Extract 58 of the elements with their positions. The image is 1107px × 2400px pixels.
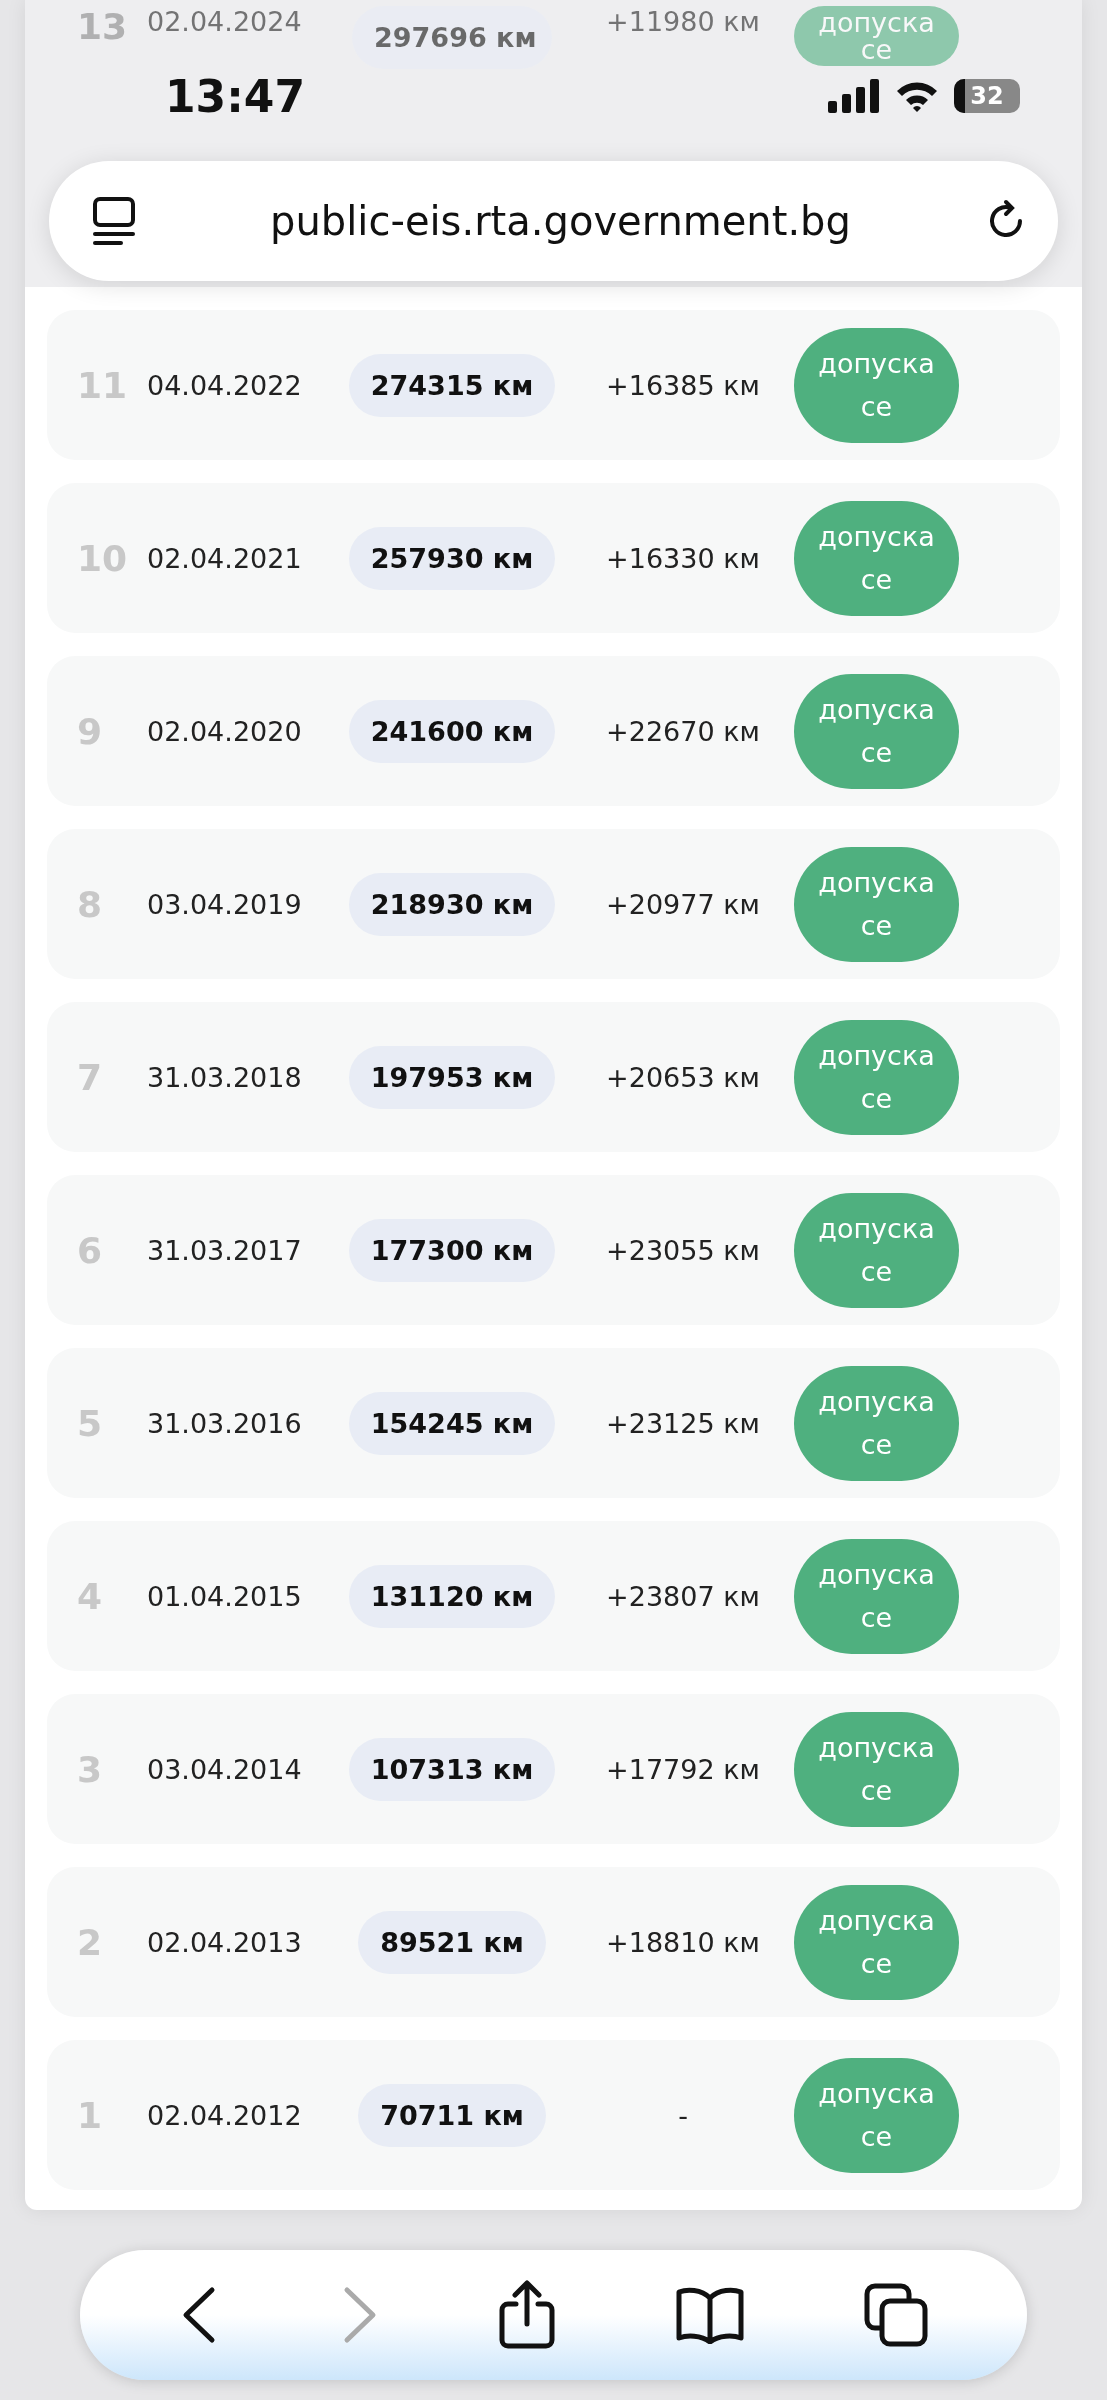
mileage-badge: 154245 км [348, 1391, 556, 1455]
mileage-delta: +20977 км [605, 888, 761, 920]
mileage-badge: 89521 км [358, 1910, 546, 1974]
inspection-date: 02.04.2024 [147, 6, 303, 37]
inspection-date: 03.04.2014 [147, 1753, 303, 1785]
mileage-badge: 297696 км [352, 6, 552, 69]
status-badge: допуска се [794, 2057, 959, 2173]
inspection-date: 02.04.2021 [147, 542, 303, 574]
status-badge: допуска се [794, 500, 959, 616]
mileage-badge: 70711 км [358, 2083, 546, 2147]
mileage-badge: 197953 км [348, 1045, 556, 1109]
row-number: 13 [77, 6, 129, 47]
tabs-icon[interactable] [863, 2283, 928, 2347]
bookmarks-icon[interactable] [674, 2286, 745, 2344]
status-badge: допуска се [794, 1019, 959, 1135]
inspection-date: 02.04.2013 [147, 1926, 303, 1958]
status-badge: допуска се [794, 6, 959, 66]
mileage-badge: 274315 км [348, 353, 556, 417]
status-badge: допуска се [794, 1192, 959, 1308]
tabs-overview-icon[interactable] [91, 196, 137, 246]
mileage-delta: +23055 км [605, 1234, 761, 1266]
inspection-date: 31.03.2017 [147, 1234, 303, 1266]
signal-icon [828, 79, 880, 113]
status-badge: допуска се [794, 1711, 959, 1827]
inspection-date: 02.04.2012 [147, 2099, 303, 2131]
inspection-date: 04.04.2022 [147, 369, 303, 401]
share-icon[interactable] [497, 2280, 556, 2350]
mileage-delta: +17792 км [605, 1753, 761, 1785]
status-time: 13:47 [165, 70, 306, 122]
inspection-date: 03.04.2019 [147, 888, 303, 920]
battery-icon: 32 [954, 79, 1020, 113]
inspection-date: 31.03.2016 [147, 1407, 303, 1439]
mileage-delta: +16385 км [605, 369, 761, 401]
status-badge: допуска се [794, 1538, 959, 1654]
inspection-date: 02.04.2020 [147, 715, 303, 747]
status-badge: допуска се [794, 1365, 959, 1481]
mileage-badge: 107313 км [348, 1737, 556, 1801]
inspection-date: 01.04.2015 [147, 1580, 303, 1612]
url-text: public-eis.rta.government.bg [270, 198, 851, 244]
status-badge: допуска се [794, 1884, 959, 2000]
mileage-delta: +11980 км [605, 6, 761, 37]
status-badge: допуска се [794, 846, 959, 962]
mileage-badge: 241600 км [348, 699, 556, 763]
status-badge: допуска се [794, 327, 959, 443]
mileage-badge: 131120 км [348, 1564, 556, 1628]
mileage-delta: +16330 км [605, 542, 761, 574]
mileage-delta: +20653 км [605, 1061, 761, 1093]
status-badge: допуска се [794, 673, 959, 789]
mileage-delta: +23125 км [605, 1407, 761, 1439]
mileage-badge: 218930 км [348, 872, 556, 936]
mileage-delta: +22670 км [605, 715, 761, 747]
mileage-delta: +23807 км [605, 1580, 761, 1612]
address-bar[interactable]: public-eis.rta.government.bg [49, 161, 1058, 281]
mileage-badge: 177300 км [348, 1218, 556, 1282]
mileage-badge: 257930 км [348, 526, 556, 590]
mileage-delta: - [677, 2099, 689, 2131]
mileage-delta: +18810 км [605, 1926, 761, 1958]
inspection-date: 31.03.2018 [147, 1061, 303, 1093]
